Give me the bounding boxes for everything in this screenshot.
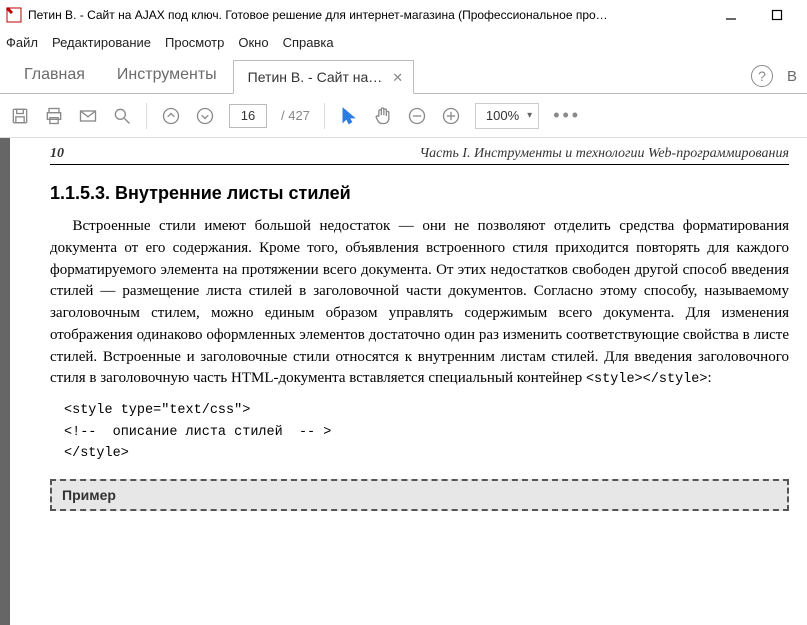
toolbar: / 427 100% ▾ •••: [0, 94, 807, 138]
zoom-in-icon[interactable]: [441, 106, 461, 126]
menu-window[interactable]: Окно: [238, 35, 268, 50]
window-minimize-button[interactable]: [717, 5, 745, 25]
chevron-down-icon: ▾: [527, 110, 532, 121]
menu-help[interactable]: Справка: [283, 35, 334, 50]
page-number-print: 10: [50, 146, 90, 162]
menu-file[interactable]: Файл: [6, 35, 38, 50]
zoom-select[interactable]: 100% ▾: [475, 103, 539, 129]
save-icon[interactable]: [10, 106, 30, 126]
tab-close-icon[interactable]: ✕: [392, 71, 403, 84]
mail-icon[interactable]: [78, 106, 98, 126]
window-controls: [717, 5, 801, 25]
menu-view[interactable]: Просмотр: [165, 35, 224, 50]
select-cursor-icon[interactable]: [339, 106, 359, 126]
window-titlebar: Петин В. - Сайт на AJAX под ключ. Готово…: [0, 0, 807, 30]
tab-document[interactable]: Петин В. - Сайт на… ✕: [233, 60, 415, 94]
search-icon[interactable]: [112, 106, 132, 126]
document-viewport: 10 Часть I. Инструменты и технологии Web…: [0, 138, 807, 625]
page-number-input[interactable]: [229, 104, 267, 128]
zoom-out-icon[interactable]: [407, 106, 427, 126]
page-down-icon[interactable]: [195, 106, 215, 126]
example-label: Пример: [62, 487, 116, 503]
code-block: <style type="text/css"> <!-- описание ли…: [64, 400, 789, 465]
inline-code: <style></style>: [586, 372, 708, 387]
page-gutter: [0, 138, 10, 625]
toolbar-separator: [146, 103, 147, 129]
tab-home[interactable]: Главная: [8, 57, 101, 93]
help-icon[interactable]: ?: [751, 65, 773, 87]
document-page: 10 Часть I. Инструменты и технологии Web…: [10, 138, 807, 625]
example-box: Пример: [50, 479, 789, 511]
section-heading: 1.1.5.3. Внутренние листы стилей: [50, 183, 789, 204]
body-paragraph: Встроенные стили имеют большой недостато…: [50, 216, 789, 390]
window-maximize-button[interactable]: [763, 5, 791, 25]
para-text: Встроенные стили имеют большой недостато…: [50, 218, 789, 386]
page-total-label: / 427: [281, 108, 310, 123]
menu-bar: Файл Редактирование Просмотр Окно Справк…: [0, 30, 807, 54]
running-title: Часть I. Инструменты и технологии Web-пр…: [90, 146, 789, 162]
signin-stub[interactable]: В: [787, 68, 799, 85]
tab-document-label: Петин В. - Сайт на…: [248, 69, 383, 85]
para-text: :: [707, 370, 711, 386]
more-tools-icon[interactable]: •••: [553, 105, 581, 126]
toolbar-separator: [324, 103, 325, 129]
menu-edit[interactable]: Редактирование: [52, 35, 151, 50]
print-icon[interactable]: [44, 106, 64, 126]
tab-row: Главная Инструменты Петин В. - Сайт на… …: [0, 54, 807, 94]
window-title: Петин В. - Сайт на AJAX под ключ. Готово…: [28, 8, 717, 22]
tab-tools[interactable]: Инструменты: [101, 57, 233, 93]
zoom-value: 100%: [486, 108, 519, 123]
pdf-app-icon: [6, 7, 22, 23]
hand-pan-icon[interactable]: [373, 106, 393, 126]
running-header: 10 Часть I. Инструменты и технологии Web…: [50, 146, 789, 165]
page-up-icon[interactable]: [161, 106, 181, 126]
